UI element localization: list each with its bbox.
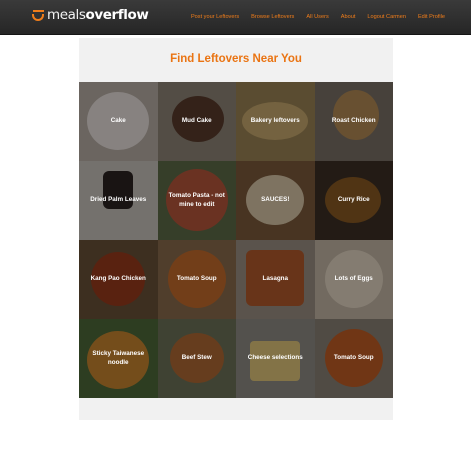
top-navbar: mealsoverflow Post your Leftovers Browse… — [0, 0, 471, 35]
nav-logout[interactable]: Logout Carmen — [367, 14, 406, 20]
leftover-tile-sticky-noodle[interactable]: Sticky Taiwanese noodle — [79, 319, 158, 398]
tile-label: Sticky Taiwanese noodle — [92, 350, 145, 366]
brand-logo[interactable]: mealsoverflow — [31, 7, 149, 23]
nav-links: Post your Leftovers Browse Leftovers All… — [191, 14, 445, 20]
leftover-tile-beef-stew[interactable]: Beef Stew — [157, 319, 236, 398]
tile-label: SAUCES! — [261, 196, 290, 204]
leftover-tile-mud-cake[interactable]: Mud Cake — [157, 82, 236, 161]
nav-browse-leftovers[interactable]: Browse Leftovers — [251, 14, 294, 20]
tile-label: Lots of Eggs — [334, 275, 373, 283]
leftover-tile-sauces[interactable]: SAUCES! — [236, 161, 315, 240]
nav-post-leftovers[interactable]: Post your Leftovers — [191, 14, 239, 20]
tile-label: Cake — [110, 117, 126, 125]
leftover-tile-tomato-pasta[interactable]: Tomato Pasta - not mine to edit — [157, 161, 236, 240]
brand-part-meals: meals — [47, 7, 86, 23]
tile-label: Curry Rice — [337, 196, 370, 204]
roast-chicken-image — [332, 90, 379, 140]
leftover-tile-tomato-soup[interactable]: Tomato Soup — [157, 240, 236, 319]
leftover-tile-cake[interactable]: Cake — [79, 82, 158, 161]
leftover-tile-tomato-soup-2[interactable]: Tomato Soup — [314, 319, 393, 398]
brand-part-overflow: overflow — [85, 7, 149, 23]
page-title: Find Leftovers Near You — [170, 53, 302, 65]
tile-label: Tomato Soup — [176, 275, 217, 283]
bowl-icon — [31, 9, 46, 22]
leftover-tile-bakery[interactable]: Bakery leftovers — [236, 82, 315, 161]
leftover-tile-dried-palm-leaves[interactable]: Dried Palm Leaves — [79, 161, 158, 240]
tile-label: Lasagna — [262, 275, 289, 283]
leftover-tile-curry-rice[interactable]: Curry Rice — [314, 161, 393, 240]
tile-label: Bakery leftovers — [250, 117, 300, 125]
nav-edit-profile[interactable]: Edit Profile — [418, 14, 445, 20]
nav-about[interactable]: About — [341, 14, 356, 20]
nav-all-users[interactable]: All Users — [306, 14, 328, 20]
leftover-tile-lasagna[interactable]: Lasagna — [236, 240, 315, 319]
leftover-tile-lots-of-eggs[interactable]: Lots of Eggs — [314, 240, 393, 319]
tile-label: Dried Palm Leaves — [90, 196, 147, 204]
tile-label: Tomato Soup — [333, 354, 374, 362]
tile-label: Tomato Pasta - not mine to edit — [168, 192, 225, 208]
tile-label: Beef Stew — [181, 354, 212, 362]
brand-name: mealsoverflow — [47, 7, 149, 23]
tile-label: Kang Pao Chicken — [90, 275, 146, 283]
tile-label: Roast Chicken — [331, 117, 376, 125]
leftover-tile-roast-chicken[interactable]: Roast Chicken — [314, 82, 393, 161]
leftover-tile-cheese-selections[interactable]: Cheese selections — [236, 319, 315, 398]
tile-label: Cheese selections — [247, 354, 303, 362]
leftover-tile-kang-pao-chicken[interactable]: Kang Pao Chicken — [79, 240, 158, 319]
tile-label: Mud Cake — [181, 117, 212, 125]
main-panel: Find Leftovers Near You Cake Mud Cake Ba… — [79, 38, 393, 420]
leftovers-grid: Cake Mud Cake Bakery leftovers Roast Chi… — [79, 82, 393, 398]
